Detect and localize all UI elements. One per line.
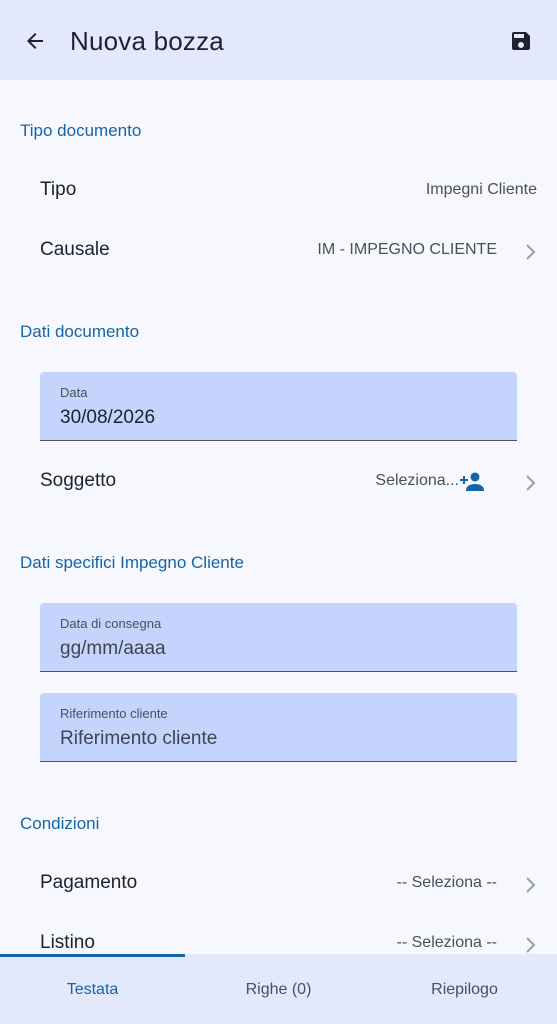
bottom-tab-bar: Testata Righe (0) Riepilogo [0, 954, 557, 1024]
tab-testata[interactable]: Testata [0, 954, 185, 1024]
causale-row[interactable]: Causale IM - IMPEGNO CLIENTE [20, 227, 537, 277]
data-field[interactable]: Data 30/08/2026 [40, 372, 517, 441]
active-tab-indicator [0, 954, 185, 957]
causale-label: Causale [40, 239, 110, 260]
person-add-icon[interactable] [459, 471, 485, 493]
arrow-back-icon [27, 33, 43, 49]
chevron-right-icon [526, 937, 536, 953]
back-button[interactable] [16, 22, 54, 60]
pagamento-row[interactable]: Pagamento -- Seleziona -- [20, 860, 537, 910]
soggetto-label: Soggetto [40, 470, 117, 491]
tipo-label: Tipo [40, 179, 77, 200]
riferimento-cliente-placeholder: Riferimento cliente [60, 728, 218, 749]
page-title: Nuova bozza [70, 26, 224, 56]
soggetto-value: Seleziona... [375, 472, 459, 489]
app-bar: Nuova bozza [0, 0, 557, 80]
section-title-dati-documento: Dati documento [20, 322, 140, 341]
data-consegna-label: Data di consegna [60, 616, 162, 631]
chevron-right-icon [526, 475, 536, 491]
listino-value: -- Seleziona -- [396, 934, 497, 951]
soggetto-row[interactable]: Soggetto Seleziona... [20, 458, 537, 508]
causale-value: IM - IMPEGNO CLIENTE [317, 241, 497, 258]
section-title-condizioni: Condizioni [20, 814, 100, 833]
save-button[interactable] [502, 22, 540, 60]
section-title-tipo-documento: Tipo documento [20, 121, 142, 140]
tab-riepilogo-label: Riepilogo [431, 981, 498, 998]
tipo-value: Impegni Cliente [425, 181, 537, 198]
pagamento-label: Pagamento [40, 872, 138, 893]
chevron-right-icon [526, 244, 536, 260]
data-field-value: 30/08/2026 [60, 407, 156, 428]
tab-righe[interactable]: Righe (0) [186, 954, 371, 1024]
riferimento-cliente-label: Riferimento cliente [60, 706, 168, 721]
data-consegna-placeholder: gg/mm/aaaa [60, 638, 166, 659]
chevron-right-icon [526, 877, 536, 893]
tipo-row: Tipo Impegni Cliente [20, 167, 537, 217]
section-title-dati-specifici: Dati specifici Impegno Cliente [20, 553, 244, 572]
save-icon [512, 32, 530, 50]
data-consegna-field[interactable]: Data di consegna gg/mm/aaaa [40, 603, 517, 672]
tab-testata-label: Testata [66, 981, 119, 998]
tab-righe-label: Righe (0) [245, 981, 312, 998]
tab-riepilogo[interactable]: Riepilogo [372, 954, 557, 1024]
data-field-label: Data [60, 385, 88, 400]
pagamento-value: -- Seleziona -- [396, 874, 497, 891]
listino-label: Listino [40, 932, 95, 953]
riferimento-cliente-field[interactable]: Riferimento cliente Riferimento cliente [40, 693, 517, 762]
